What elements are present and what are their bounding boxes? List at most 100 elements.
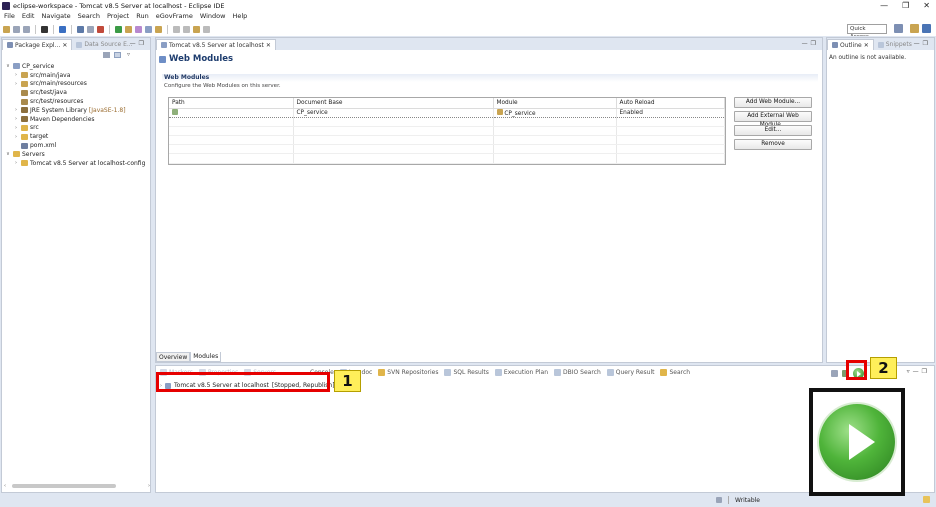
remove-button[interactable]: Remove	[734, 139, 812, 150]
quick-access-input[interactable]: Quick Access	[847, 24, 887, 40]
new-icon[interactable]	[3, 25, 10, 33]
back-icon[interactable]	[193, 25, 200, 33]
tab-data-source-explorer[interactable]: Data Source E...	[72, 39, 136, 50]
close-icon[interactable]: ✕	[266, 42, 271, 49]
edit-button[interactable]: Edit...	[734, 125, 812, 136]
tree-item[interactable]: › target	[5, 132, 150, 141]
close-button[interactable]: ✕	[923, 0, 930, 11]
scroll-thumb[interactable]	[12, 483, 116, 488]
tree-item[interactable]: src/test/resources	[5, 97, 150, 106]
tree-item[interactable]: ∨ CP_service	[5, 62, 150, 71]
tree-item[interactable]: › src/main/resources	[5, 80, 150, 89]
menu-file[interactable]: File	[4, 12, 15, 20]
chevron-down-icon[interactable]: ∨	[5, 63, 11, 69]
tab-search[interactable]: Search	[660, 368, 690, 376]
open-folder-icon[interactable]	[155, 25, 162, 33]
run-icon[interactable]	[115, 25, 122, 33]
new-class-icon[interactable]	[135, 25, 142, 33]
debug-icon[interactable]	[77, 25, 84, 33]
tree-item-label: src/test/resources	[30, 98, 84, 106]
menu-navigate[interactable]: Navigate	[41, 12, 70, 20]
menu-help[interactable]: Help	[232, 12, 247, 20]
chevron-right-icon[interactable]: ›	[13, 125, 19, 131]
chevron-down-icon[interactable]: ∨	[5, 151, 11, 157]
view-menu-icon[interactable]: ▿	[127, 51, 130, 58]
table-row[interactable]: CP_service CP_service Enabled	[169, 107, 725, 118]
tree-item[interactable]: pom.xml	[5, 141, 150, 150]
menu-edit[interactable]: Edit	[22, 12, 35, 20]
tab-dbio-search[interactable]: DBIO Search	[554, 368, 601, 376]
tab-svn-repositories[interactable]: SVN Repositories	[378, 368, 438, 376]
run-ext-icon[interactable]	[97, 25, 104, 33]
save-all-icon[interactable]	[23, 25, 30, 33]
dbio-search-icon	[554, 368, 562, 376]
module-buttons: Add Web Module... Add External Web Modul…	[734, 97, 812, 150]
debug-server-icon[interactable]	[831, 370, 838, 377]
annotation-nav-icon[interactable]	[173, 25, 180, 33]
web-modules-section: Web Modules Configure the Web Modules on…	[162, 74, 818, 172]
maximize-button[interactable]: ❐	[902, 0, 909, 11]
tree-item[interactable]: › Tomcat v8.5 Server at localhost-config	[5, 159, 150, 168]
egov-icon[interactable]	[41, 25, 48, 33]
tab-package-explorer[interactable]: Package Expl... ✕	[2, 39, 73, 50]
column-header[interactable]: Path	[169, 98, 294, 109]
menu-run[interactable]: Run	[136, 12, 148, 20]
tree-item[interactable]: src/test/java	[5, 88, 150, 97]
tab-execution-plan[interactable]: Execution Plan	[494, 368, 548, 376]
editor-minmax-icons[interactable]: —❐	[802, 40, 819, 47]
tab-sql-results[interactable]: SQL Results	[444, 368, 489, 376]
cell-auto-reload: Enabled	[616, 107, 725, 118]
terminal-icon[interactable]	[59, 25, 66, 33]
new-package-icon[interactable]	[125, 25, 132, 33]
link-editor-icon[interactable]	[114, 52, 121, 58]
chevron-right-icon[interactable]: ›	[13, 116, 19, 122]
chevron-right-icon[interactable]: ›	[13, 81, 19, 87]
project-icon	[496, 108, 503, 115]
column-header[interactable]: Auto Reload	[616, 98, 725, 109]
chevron-right-icon[interactable]: ›	[13, 72, 19, 78]
tab-query-result[interactable]: Query Result	[606, 368, 654, 376]
view-minmax-icons[interactable]: —❐	[914, 40, 931, 47]
java-perspective-icon[interactable]	[922, 24, 931, 33]
tab-tomcat-server[interactable]: Tomcat v8.5 Server at localhost ✕	[156, 39, 276, 50]
java-ee-perspective-icon[interactable]	[910, 24, 919, 33]
column-header[interactable]: Module	[493, 98, 617, 109]
tree-item[interactable]: › JRE System Library [JavaSE-1.8]	[5, 106, 150, 115]
menu-window[interactable]: Window	[200, 12, 226, 20]
toolbar-separator	[167, 24, 168, 34]
chevron-right-icon[interactable]: ›	[13, 160, 19, 166]
collapse-all-icon[interactable]	[103, 52, 110, 58]
tree-item[interactable]: › src/main/java	[5, 71, 150, 80]
scroll-left-icon[interactable]: ‹	[4, 483, 6, 489]
annotation-nav-icon[interactable]	[183, 25, 190, 33]
tree-item[interactable]: ∨ Servers	[5, 150, 150, 159]
close-icon[interactable]: ✕	[864, 42, 869, 49]
scroll-right-icon[interactable]: ›	[148, 483, 150, 489]
tab-overview[interactable]: Overview	[156, 352, 191, 362]
add-web-module-button[interactable]: Add Web Module...	[734, 97, 812, 108]
minimize-button[interactable]: —	[880, 0, 888, 11]
open-perspective-icon[interactable]	[894, 24, 903, 33]
column-header[interactable]: Document Base	[293, 98, 494, 109]
source-folder-icon	[21, 72, 28, 79]
forward-icon[interactable]	[203, 25, 210, 33]
notification-icon[interactable]	[923, 496, 930, 503]
menu-egovframe[interactable]: eGovFrame	[156, 12, 193, 20]
save-icon[interactable]	[13, 25, 20, 33]
tree-item[interactable]: › Maven Dependencies	[5, 115, 150, 124]
chevron-right-icon[interactable]: ›	[13, 134, 19, 140]
view-minmax-icons[interactable]: —❐	[130, 40, 147, 47]
tree-item[interactable]: › src	[5, 124, 150, 133]
tab-outline[interactable]: Outline ✕	[827, 39, 874, 50]
menu-project[interactable]: Project	[107, 12, 129, 20]
close-icon[interactable]: ✕	[62, 42, 67, 49]
tab-snippets[interactable]: Snippets	[874, 39, 916, 50]
horizontal-scrollbar[interactable]: ‹ ›	[4, 482, 150, 489]
chevron-right-icon[interactable]: ›	[13, 107, 19, 113]
view-minmax-icons[interactable]: ▿—❐	[907, 368, 930, 375]
open-type-icon[interactable]	[145, 25, 152, 33]
coverage-icon[interactable]	[87, 25, 94, 33]
add-external-web-module-button[interactable]: Add External Web Module...	[734, 111, 812, 128]
menu-search[interactable]: Search	[78, 12, 100, 20]
tab-modules[interactable]: Modules	[190, 352, 222, 362]
